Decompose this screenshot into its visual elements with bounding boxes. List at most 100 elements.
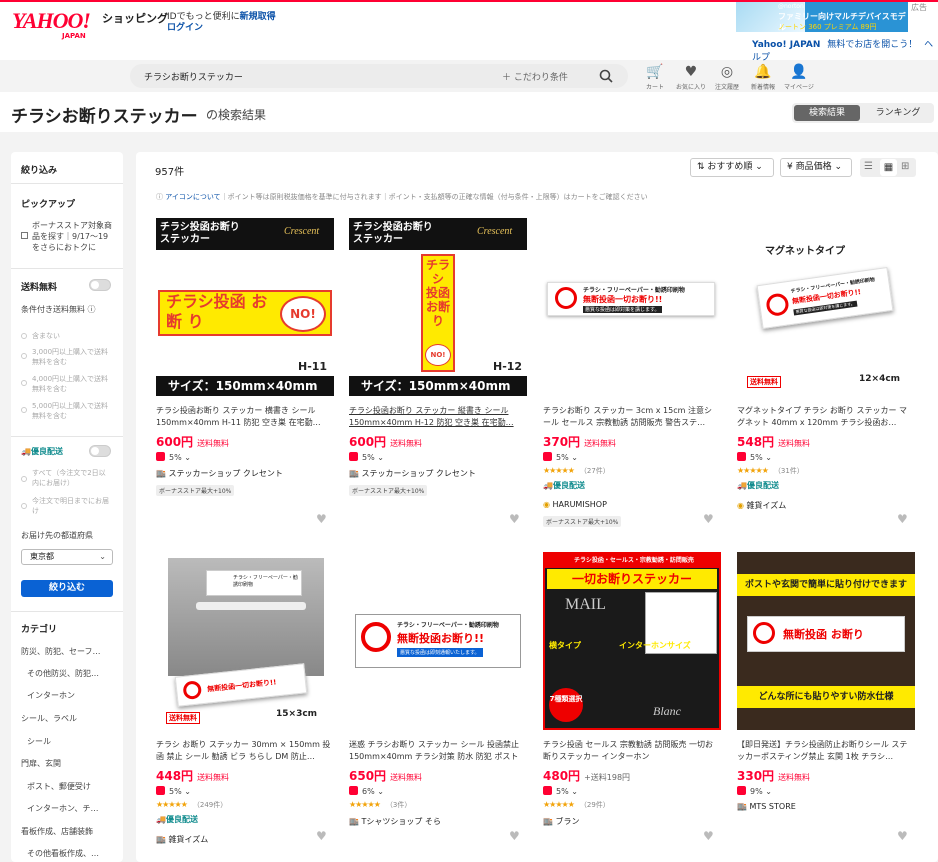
- product-card[interactable]: チラシ・フリーペーパー・勧誘印刷物 無断投函一切お断り!! 悪質な投函は即対策を…: [543, 218, 723, 548]
- rating[interactable]: ★★★★★ （27件）: [543, 466, 610, 476]
- product-name[interactable]: 迷惑 チラシお断り ステッカー シール 投函禁止 150mm×40mm チラシ対…: [349, 739, 525, 763]
- free-opt-radio[interactable]: [21, 353, 27, 359]
- points[interactable]: 9% ⌄: [737, 786, 772, 796]
- favorite-heart-icon[interactable]: ♥: [316, 513, 328, 525]
- bonus-checkbox[interactable]: [21, 232, 28, 239]
- points[interactable]: 5% ⌄: [543, 452, 578, 462]
- cat-item[interactable]: その他看板作成、…: [27, 848, 99, 859]
- favorite-heart-icon[interactable]: ♥: [509, 513, 521, 525]
- product-image[interactable]: マグネットタイプ チラシ・フリーペーパー・勧誘印刷物 無断投函一切お断り!! 悪…: [737, 218, 915, 396]
- yahoo-japan-link[interactable]: Yahoo! JAPAN: [752, 40, 820, 50]
- heart-icon[interactable]: ♥ お気に入り: [671, 64, 711, 91]
- free-opt-3[interactable]: 5,000円以上購入で送料無料を含む: [32, 401, 112, 421]
- login-link[interactable]: ログイン: [167, 20, 203, 33]
- yuusen-opt-1[interactable]: 今注文で明日までにお届け: [32, 496, 112, 516]
- tile-view-icon[interactable]: ⊞: [901, 162, 909, 172]
- product-image[interactable]: チラシ・フリーペーパー・勧誘印刷物 無断投函お断り!! 悪質な投函は即刻通報いた…: [349, 552, 527, 730]
- yuusen-radio[interactable]: [21, 476, 27, 482]
- product-card[interactable]: チラシ投函お断り ステッカー Crescent チラシ投函 お 断 り NO! …: [156, 218, 336, 548]
- free-opt-1[interactable]: 3,000円以上購入で送料無料を含む: [32, 347, 112, 367]
- narrow-button[interactable]: 絞り込む: [21, 580, 113, 597]
- info-icon[interactable]: ⓘ: [88, 305, 96, 314]
- favorite-heart-icon[interactable]: ♥: [897, 513, 909, 525]
- points[interactable]: 5% ⌄: [156, 786, 191, 796]
- rating[interactable]: ★★★★★ （3件）: [349, 800, 411, 810]
- tab-ranking[interactable]: ランキング: [864, 105, 932, 121]
- favorite-heart-icon[interactable]: ♥: [703, 513, 715, 525]
- cat-item[interactable]: インターホン: [27, 690, 75, 701]
- kodawari-button[interactable]: ＋ こだわり条件: [502, 70, 568, 83]
- icon-info-link[interactable]: アイコンについて: [165, 193, 220, 201]
- shopping-label[interactable]: ショッピング: [102, 10, 168, 26]
- yuusen-radio[interactable]: [21, 503, 27, 509]
- store-name[interactable]: ◉ 雑貨イズム: [737, 500, 786, 511]
- cat-item[interactable]: インターホン、チ…: [27, 803, 99, 814]
- store-name[interactable]: 🏬 ステッカーショップ クレセント: [349, 468, 476, 479]
- favorite-heart-icon[interactable]: ♥: [897, 830, 909, 842]
- store-name[interactable]: 🏬 ブラン: [543, 816, 580, 827]
- store-name[interactable]: 🏬 雑貨イズム: [156, 834, 208, 845]
- favorite-heart-icon[interactable]: ♥: [509, 830, 521, 842]
- price-sort-select[interactable]: ¥ 商品価格 ⌄: [780, 158, 852, 177]
- product-name[interactable]: マグネットタイプ チラシ お断り ステッカー マグネット 40mm x 120m…: [737, 405, 913, 429]
- rating[interactable]: ★★★★★ （249件）: [156, 800, 227, 810]
- store-name[interactable]: 🏬 MTS STORE: [737, 802, 796, 811]
- bell-icon[interactable]: 🔔 新着情報: [743, 64, 783, 91]
- cart-icon[interactable]: 🛒 カート: [635, 64, 675, 91]
- free-opt-2[interactable]: 4,000円以上購入で送料無料を含む: [32, 374, 112, 394]
- points[interactable]: 5% ⌄: [349, 452, 384, 462]
- yuusen-switch[interactable]: [89, 445, 111, 457]
- product-card[interactable]: ポストや玄関で簡単に貼り付けできます 無断投函 お断り どんな所にも貼りやすい防…: [737, 552, 917, 862]
- yahoo-logo[interactable]: YAHOO!: [12, 8, 91, 34]
- store-name[interactable]: ◉ HARUMISHOP: [543, 500, 607, 509]
- favorite-heart-icon[interactable]: ♥: [316, 830, 328, 842]
- cat-item[interactable]: その他防災、防犯…: [27, 668, 99, 679]
- rating[interactable]: ★★★★★ （29件）: [543, 800, 610, 810]
- points[interactable]: 5% ⌄: [543, 786, 578, 796]
- pref-select[interactable]: 東京都 ⌄: [21, 549, 113, 565]
- sort-select[interactable]: ⇅ おすすめ順 ⌄: [690, 158, 774, 177]
- history-icon[interactable]: ◎ 注文履歴: [707, 64, 747, 91]
- product-card[interactable]: チラシ・フリーペーパー・勧誘印刷物 無断投函一切お断り!! 送料無料 15×3c…: [156, 552, 336, 862]
- free-opt-0[interactable]: 含まない: [32, 331, 112, 341]
- cat-item[interactable]: 門扉、玄関: [21, 758, 61, 769]
- free-opt-radio[interactable]: [21, 407, 27, 413]
- product-card[interactable]: マグネットタイプ チラシ・フリーペーパー・勧誘印刷物 無断投函一切お断り!! 悪…: [737, 218, 917, 548]
- product-image[interactable]: チラシ・フリーペーパー・勧誘印刷物 無断投函一切お断り!! 悪質な投函は即対策を…: [543, 218, 721, 396]
- cat-item[interactable]: シール、ラベル: [21, 713, 77, 724]
- free-opt-radio[interactable]: [21, 380, 27, 386]
- product-name[interactable]: チラシお断り ステッカー 3cm x 15cm 注意シール セールス 宗教勧誘 …: [543, 405, 719, 429]
- store-name[interactable]: 🏬 Tシャツショップ そら: [349, 816, 441, 827]
- product-name[interactable]: チラシ投函 セールス 宗教勧誘 訪問販売 一切お断りステッカー インターホン: [543, 739, 719, 763]
- product-image[interactable]: チラシ投函・セールス・宗教勧誘・訪問販売 一切お断りステッカー MAIL 横タイ…: [543, 552, 721, 730]
- cat-item[interactable]: シール: [27, 736, 51, 747]
- grid-view-icon[interactable]: ▦: [880, 159, 897, 176]
- product-name[interactable]: 【即日発送】チラシ投函防止お断りシール ステッカーポスティング禁止 玄関 1枚 …: [737, 739, 913, 763]
- bonus-label[interactable]: ボーナスストア対象商品を探す｜9/17〜19をさらにおトクに: [32, 220, 114, 253]
- rating[interactable]: ★★★★★ （31件）: [737, 466, 804, 476]
- points[interactable]: 5% ⌄: [156, 452, 191, 462]
- free-ship-switch[interactable]: [89, 279, 111, 291]
- product-name[interactable]: チラシ投函お断り ステッカー 横書き シール 150mm×40mm H-11 防…: [156, 405, 332, 429]
- product-name[interactable]: チラシ投函お断り ステッカー 縦書き シール 150mm×40mm H-12 防…: [349, 405, 525, 429]
- signup-link[interactable]: 新規取得: [240, 12, 276, 22]
- tab-results[interactable]: 検索結果: [794, 105, 860, 121]
- product-name[interactable]: チラシ お断り ステッカー 30mm × 150mm 投函 禁止 シール 勧誘 …: [156, 739, 332, 763]
- cat-item[interactable]: 看板作成、店舗装飾: [21, 826, 93, 837]
- points[interactable]: 5% ⌄: [737, 452, 772, 462]
- user-icon[interactable]: 👤 マイページ: [779, 64, 819, 91]
- product-image[interactable]: チラシ・フリーペーパー・勧誘印刷物 無断投函一切お断り!! 送料無料 15×3c…: [156, 552, 334, 730]
- yuusen-opt-0[interactable]: すべて（今注文で2日以内にお届け）: [32, 468, 112, 488]
- cat-item[interactable]: 防災、防犯、セーフ…: [21, 646, 101, 657]
- search-icon[interactable]: [599, 69, 613, 83]
- free-opt-radio[interactable]: [21, 333, 27, 339]
- open-shop-link[interactable]: 無料でお店を開こう！: [827, 40, 917, 50]
- points[interactable]: 6% ⌄: [349, 786, 384, 796]
- store-name[interactable]: 🏬 ステッカーショップ クレセント: [156, 468, 283, 479]
- list-view-icon[interactable]: ☰: [864, 162, 873, 172]
- product-card[interactable]: チラシ・フリーペーパー・勧誘印刷物 無断投函お断り!! 悪質な投函は即刻通報いた…: [349, 552, 529, 862]
- cat-item[interactable]: ポスト、郵便受け: [27, 781, 91, 792]
- product-image[interactable]: チラシ投函お断り ステッカー Crescent チラシ投函 お 断 り NO! …: [156, 218, 334, 396]
- product-card[interactable]: チラシ投函・セールス・宗教勧誘・訪問販売 一切お断りステッカー MAIL 横タイ…: [543, 552, 723, 862]
- product-card[interactable]: チラシ投函お断り ステッカー Crescent チラシ 投函 お断り NO! H…: [349, 218, 529, 548]
